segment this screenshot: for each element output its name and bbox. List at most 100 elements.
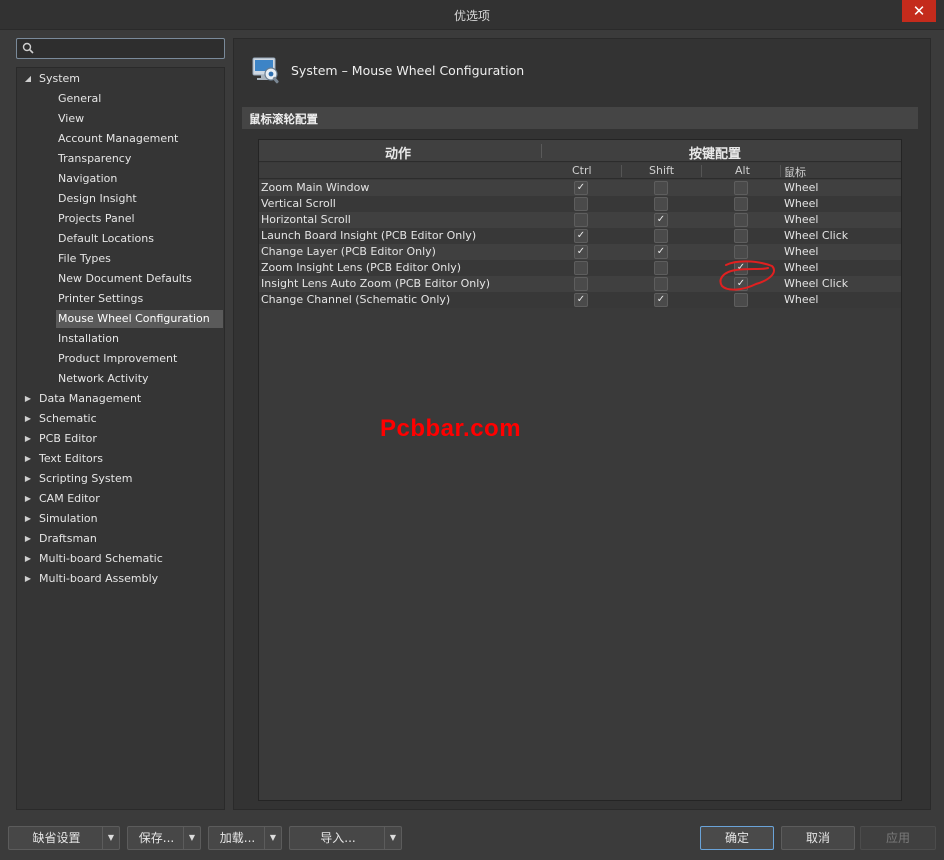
column-separator[interactable] xyxy=(621,165,622,177)
tree-item[interactable]: Installation xyxy=(17,329,224,349)
alt-checkbox[interactable] xyxy=(734,229,748,243)
ctrl-checkbox[interactable]: ✓ xyxy=(574,245,588,259)
column-shift[interactable]: Shift xyxy=(649,164,674,177)
alt-checkbox[interactable] xyxy=(734,181,748,195)
save-button[interactable]: 保存... ▼ xyxy=(127,826,201,850)
tree-item[interactable]: Network Activity xyxy=(17,369,224,389)
shift-checkbox[interactable] xyxy=(654,181,668,195)
mouse-action[interactable]: Wheel Click xyxy=(784,276,848,292)
mouse-action[interactable]: Wheel xyxy=(784,180,818,196)
shift-checkbox[interactable]: ✓ xyxy=(654,293,668,307)
tree-item[interactable]: General xyxy=(17,89,224,109)
mouse-action[interactable]: Wheel Click xyxy=(784,228,848,244)
cancel-button[interactable]: 取消 xyxy=(781,826,855,850)
mouse-action[interactable]: Wheel xyxy=(784,212,818,228)
chevron-down-icon[interactable]: ▼ xyxy=(102,827,119,849)
table-row[interactable]: Launch Board Insight (PCB Editor Only) ✓ W… xyxy=(259,228,901,244)
table-row[interactable]: Change Channel (Schematic Only) ✓ ✓ Wheel xyxy=(259,292,901,308)
ctrl-checkbox[interactable] xyxy=(574,213,588,227)
tree-item[interactable]: Default Locations xyxy=(17,229,224,249)
column-ctrl[interactable]: Ctrl xyxy=(572,164,592,177)
defaults-button[interactable]: 缺省设置 ▼ xyxy=(8,826,120,850)
shift-checkbox[interactable] xyxy=(654,261,668,275)
collapse-arrow-icon[interactable]: ◢ xyxy=(23,69,33,89)
shift-checkbox[interactable] xyxy=(654,277,668,291)
expand-arrow-icon[interactable]: ▶ xyxy=(23,569,33,589)
tree-item[interactable]: Design Insight xyxy=(17,189,224,209)
mouse-action[interactable]: Wheel xyxy=(784,260,818,276)
mouse-action[interactable]: Wheel xyxy=(784,292,818,308)
table-row[interactable]: Zoom Main Window ✓ Wheel xyxy=(259,180,901,196)
ctrl-checkbox[interactable]: ✓ xyxy=(574,181,588,195)
search-box[interactable] xyxy=(16,38,225,59)
shift-checkbox[interactable] xyxy=(654,229,668,243)
ok-button[interactable]: 确定 xyxy=(700,826,774,850)
table-row[interactable]: Zoom Insight Lens (PCB Editor Only) ✓ Whee… xyxy=(259,260,901,276)
action-name: Change Layer (PCB Editor Only) xyxy=(261,245,436,258)
chevron-down-icon[interactable]: ▼ xyxy=(264,827,281,849)
tree-item[interactable]: ▶ Data Management xyxy=(17,389,224,409)
table-row[interactable]: Horizontal Scroll ✓ Wheel xyxy=(259,212,901,228)
hand-drawn-circle-annotation xyxy=(719,260,775,291)
alt-checkbox[interactable] xyxy=(734,245,748,259)
close-button[interactable]: ✕ xyxy=(902,0,936,22)
tree-item-label: Transparency xyxy=(58,152,132,165)
expand-arrow-icon[interactable]: ▶ xyxy=(23,449,33,469)
table-row[interactable]: Insight Lens Auto Zoom (PCB Editor Only)… xyxy=(259,276,901,292)
tree-item[interactable]: ▶ Multi-board Assembly xyxy=(17,569,224,589)
ctrl-checkbox[interactable] xyxy=(574,197,588,211)
tree-item[interactable]: File Types xyxy=(17,249,224,269)
expand-arrow-icon[interactable]: ▶ xyxy=(23,389,33,409)
mouse-action[interactable]: Wheel xyxy=(784,196,818,212)
column-separator[interactable] xyxy=(701,165,702,177)
import-label: 导入... xyxy=(320,831,356,845)
tree-item[interactable]: ▶ PCB Editor xyxy=(17,429,224,449)
tree-item[interactable]: Mouse Wheel Configuration xyxy=(17,309,224,329)
expand-arrow-icon[interactable]: ▶ xyxy=(23,469,33,489)
tree-item[interactable]: Navigation xyxy=(17,169,224,189)
chevron-down-icon[interactable]: ▼ xyxy=(384,827,401,849)
shift-checkbox[interactable]: ✓ xyxy=(654,213,668,227)
ctrl-checkbox[interactable]: ✓ xyxy=(574,293,588,307)
table-row[interactable]: Change Layer (PCB Editor Only) ✓ ✓ Wheel xyxy=(259,244,901,260)
expand-arrow-icon[interactable]: ▶ xyxy=(23,529,33,549)
tree-item[interactable]: ▶ Schematic xyxy=(17,409,224,429)
shift-checkbox[interactable]: ✓ xyxy=(654,245,668,259)
alt-checkbox[interactable] xyxy=(734,197,748,211)
tree-item-label: Design Insight xyxy=(58,192,137,205)
tree-item[interactable]: Account Management xyxy=(17,129,224,149)
tree-item[interactable]: ▶ Draftsman xyxy=(17,529,224,549)
tree-item[interactable]: View xyxy=(17,109,224,129)
import-button[interactable]: 导入... ▼ xyxy=(289,826,402,850)
load-button[interactable]: 加载... ▼ xyxy=(208,826,282,850)
tree-item[interactable]: ▶ Multi-board Schematic xyxy=(17,549,224,569)
tree-item[interactable]: Projects Panel xyxy=(17,209,224,229)
alt-checkbox[interactable] xyxy=(734,213,748,227)
tree-item[interactable]: ◢ System xyxy=(17,69,224,89)
apply-button[interactable]: 应用 xyxy=(860,826,936,850)
column-mouse[interactable]: 鼠标 xyxy=(784,164,806,180)
tree-item[interactable]: Transparency xyxy=(17,149,224,169)
ctrl-checkbox[interactable] xyxy=(574,277,588,291)
mouse-action[interactable]: Wheel xyxy=(784,244,818,260)
tree-item[interactable]: Product Improvement xyxy=(17,349,224,369)
expand-arrow-icon[interactable]: ▶ xyxy=(23,409,33,429)
tree-item[interactable]: ▶ Simulation xyxy=(17,509,224,529)
chevron-down-icon[interactable]: ▼ xyxy=(183,827,200,849)
tree-item[interactable]: Printer Settings xyxy=(17,289,224,309)
tree-item[interactable]: ▶ Scripting System xyxy=(17,469,224,489)
expand-arrow-icon[interactable]: ▶ xyxy=(23,489,33,509)
tree-item[interactable]: ▶ CAM Editor xyxy=(17,489,224,509)
tree-item[interactable]: New Document Defaults xyxy=(17,269,224,289)
ctrl-checkbox[interactable]: ✓ xyxy=(574,229,588,243)
table-row[interactable]: Vertical Scroll Wheel xyxy=(259,196,901,212)
expand-arrow-icon[interactable]: ▶ xyxy=(23,509,33,529)
expand-arrow-icon[interactable]: ▶ xyxy=(23,429,33,449)
shift-checkbox[interactable] xyxy=(654,197,668,211)
column-alt[interactable]: Alt xyxy=(735,164,750,177)
column-separator[interactable] xyxy=(780,165,781,177)
search-input[interactable] xyxy=(37,40,217,57)
expand-arrow-icon[interactable]: ▶ xyxy=(23,549,33,569)
ctrl-checkbox[interactable] xyxy=(574,261,588,275)
tree-item[interactable]: ▶ Text Editors xyxy=(17,449,224,469)
